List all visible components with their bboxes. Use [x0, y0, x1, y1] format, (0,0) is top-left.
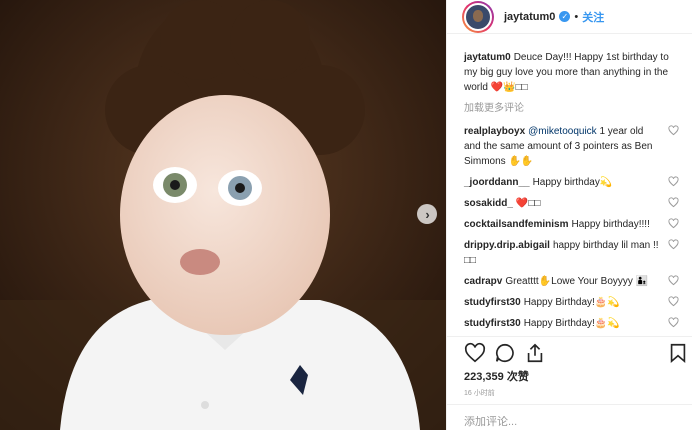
comment-text: ❤️□□	[515, 198, 541, 209]
comment-icon[interactable]	[494, 342, 516, 364]
follow-button[interactable]: 关注	[582, 9, 604, 25]
comment-username[interactable]: studyfirst30	[464, 297, 521, 308]
post-time: 16 小时前	[464, 390, 495, 397]
comment-username[interactable]: _joorddann__	[464, 177, 530, 188]
comment-mention[interactable]: @miketooquick	[528, 126, 597, 137]
verified-icon: ✓	[559, 11, 571, 22]
comment-text: Happy Birthday!🎂💫	[523, 297, 620, 308]
comment-like-heart-icon[interactable]	[668, 218, 679, 229]
share-icon[interactable]	[524, 342, 546, 364]
comments-list: jaytatum0 Deuce Day!!! Happy 1st birthday…	[464, 50, 679, 337]
comment-username[interactable]: drippy.drip.abigail	[464, 240, 550, 251]
heart-icon[interactable]	[464, 342, 486, 364]
comment-like-heart-icon[interactable]	[668, 197, 679, 208]
comment-item: studyfirst30 Happy Birthday!🎂💫	[464, 316, 679, 331]
header-username[interactable]: jaytatum0	[504, 11, 555, 23]
post-details-panel: jaytatum0 ✓ • 关注 jaytatum0 Deuce Day!!! H…	[446, 0, 692, 430]
comment-text: Greatttt✋Lowe Your Boyyyy 👨‍👦	[505, 276, 649, 287]
likes-count[interactable]: 223,359 次赞	[464, 368, 529, 384]
comment-item: cadrapv Greatttt✋Lowe Your Boyyyy 👨‍👦	[464, 274, 679, 289]
comment-username[interactable]: cocktailsandfeminism	[464, 219, 568, 230]
comment-like-heart-icon[interactable]	[668, 296, 679, 307]
action-bar	[447, 336, 692, 366]
comment-like-heart-icon[interactable]	[668, 125, 679, 136]
comment-item: realplayboyx @miketooquick 1 year old and…	[464, 124, 679, 169]
comment-like-heart-icon[interactable]	[668, 275, 679, 286]
caption-username[interactable]: jaytatum0	[464, 52, 511, 63]
comment-username[interactable]: cadrapv	[464, 276, 502, 287]
avatar[interactable]	[462, 0, 494, 33]
post-photo: ›	[0, 0, 446, 430]
comment-like-heart-icon[interactable]	[668, 239, 679, 250]
comment-text: Happy Birthday!🎂💫	[523, 318, 620, 329]
comment-item: studyfirst30 Happy Birthday!🎂💫	[464, 295, 679, 310]
bookmark-icon[interactable]	[667, 342, 689, 364]
load-more-comments[interactable]: 加载更多评论	[464, 101, 679, 116]
comment-username[interactable]: realplayboyx	[464, 126, 525, 137]
separator-dot: •	[574, 10, 579, 23]
add-comment-bar	[447, 404, 692, 430]
comment-item: _joorddann__ Happy birthday💫	[464, 175, 679, 190]
comment-text: Happy birthday!!!!	[571, 219, 650, 230]
baby-photo	[0, 0, 446, 430]
comment-like-heart-icon[interactable]	[668, 317, 679, 328]
comment-item: sosakidd_ ❤️□□	[464, 196, 679, 211]
comment-username[interactable]: sosakidd_	[464, 198, 513, 209]
add-comment-input[interactable]	[464, 416, 676, 428]
comment-like-heart-icon[interactable]	[668, 176, 679, 187]
comment-item: cocktailsandfeminism Happy birthday!!!!	[464, 217, 679, 232]
post-header: jaytatum0 ✓ • 关注	[447, 0, 692, 34]
post-caption: jaytatum0 Deuce Day!!! Happy 1st birthday…	[464, 50, 679, 95]
next-photo-button[interactable]: ›	[417, 204, 437, 224]
comment-username[interactable]: studyfirst30	[464, 318, 521, 329]
chevron-right-icon: ›	[425, 206, 430, 222]
comment-item: drippy.drip.abigail happy birthday lil ma…	[464, 238, 679, 268]
comment-text: Happy birthday💫	[532, 177, 613, 188]
